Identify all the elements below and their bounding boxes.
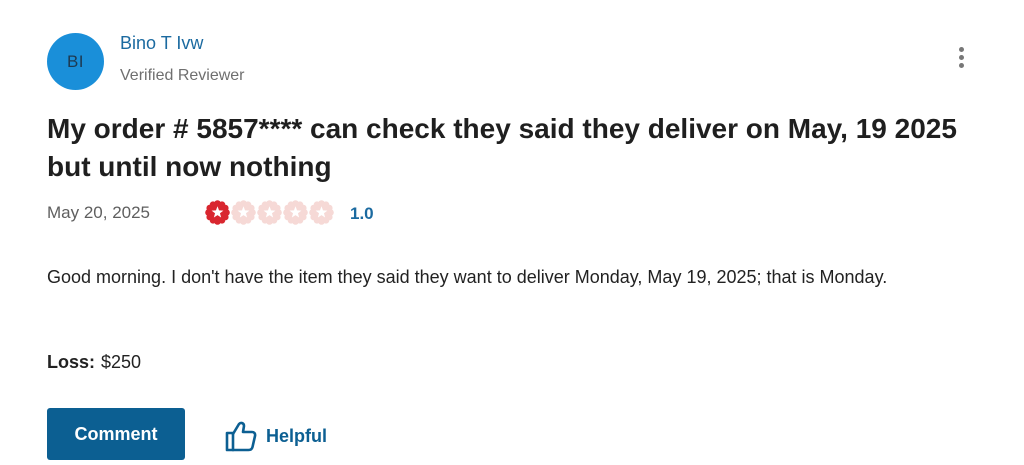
loss-info: Loss: $250: [47, 352, 141, 373]
verified-reviewer-label: Verified Reviewer: [120, 67, 245, 84]
comment-button[interactable]: Comment: [47, 408, 185, 460]
avatar: BI: [47, 33, 104, 90]
review-date: May 20, 2025: [47, 203, 151, 222]
more-options-button[interactable]: [950, 44, 972, 70]
star-rating: [205, 200, 334, 225]
review-body: Good morning. I don't have the item they…: [47, 267, 888, 287]
review-title: My order # 5857**** can check they said …: [47, 113, 957, 182]
star-empty-icon: [231, 200, 256, 225]
loss-label: Loss:: [47, 352, 96, 372]
helpful-button[interactable]: Helpful: [224, 418, 327, 454]
star-empty-icon: [309, 200, 334, 225]
avatar-initials: BI: [66, 51, 85, 71]
review-card: BI Bino T Ivw Verified Reviewer My order…: [0, 0, 1024, 465]
loss-amount: $250: [101, 352, 142, 372]
star-empty-icon: [283, 200, 308, 225]
helpful-label: Helpful: [266, 425, 327, 446]
reviewer-name-link[interactable]: Bino T Ivw: [120, 33, 203, 54]
more-vertical-icon: [958, 46, 964, 68]
rating-value: 1.0: [350, 204, 374, 223]
star-empty-icon: [257, 200, 282, 225]
thumbs-up-icon: [225, 421, 257, 452]
star-filled-icon: [205, 200, 230, 225]
